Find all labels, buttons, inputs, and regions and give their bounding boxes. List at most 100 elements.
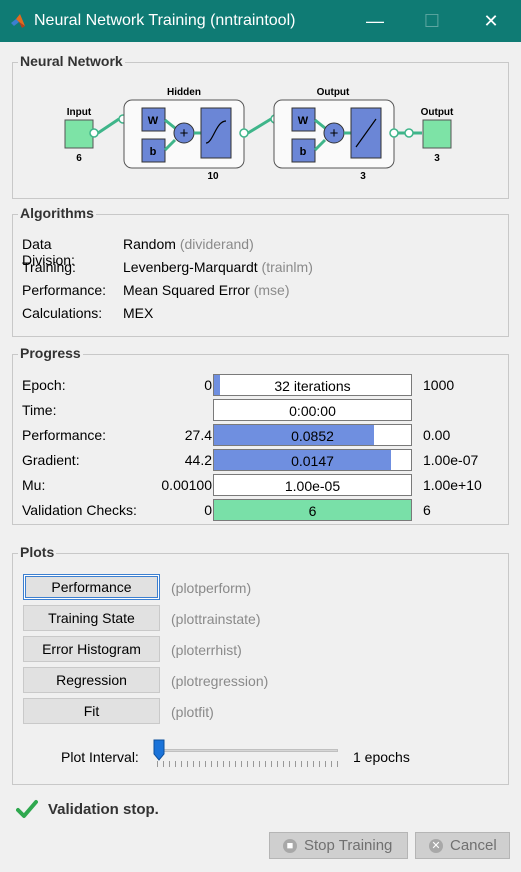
link-node — [239, 128, 249, 138]
output-weight-label: W — [298, 115, 309, 127]
progress-row-performance: Performance: 27.4 0.0852 0.00 — [22, 424, 502, 446]
progress-start: 0 — [204, 502, 212, 518]
progress-key: Gradient: — [22, 452, 80, 468]
progress-key: Performance: — [22, 427, 107, 443]
progress-bar: 0:00:00 — [213, 399, 412, 421]
progress-value: 1.00e-05 — [284, 478, 341, 494]
input-label: Input — [67, 107, 92, 118]
maximize-button[interactable]: ☐ — [417, 8, 447, 34]
hidden-weight-label: W — [148, 115, 159, 127]
stop-training-label: Stop Training — [304, 837, 393, 854]
algorithms-panel: Algorithms Data Division: Random (divide… — [12, 205, 509, 337]
algorithm-value: Random — [123, 236, 176, 252]
progress-value: 32 iterations — [274, 378, 351, 394]
progress-start: 0 — [204, 377, 212, 393]
algorithm-key: Training: — [22, 259, 76, 275]
algorithm-value: Mean Squared Error — [123, 282, 250, 298]
progress-end: 1.00e-07 — [423, 452, 479, 468]
progress-row-mu: Mu: 0.00100 1.00e-05 1.00e+10 — [22, 474, 502, 496]
progress-end: 1.00e+10 — [423, 477, 482, 493]
output-layer-size: 3 — [360, 171, 366, 182]
close-button[interactable]: ✕ — [476, 8, 506, 34]
progress-bar: 0.0852 — [213, 424, 412, 446]
minimize-button[interactable]: — — [360, 8, 390, 34]
cancel-label: Cancel — [450, 837, 497, 854]
algorithms-title: Algorithms — [18, 205, 96, 221]
hidden-transfer-block — [200, 107, 232, 159]
plot-interval-track[interactable] — [157, 749, 338, 752]
regression-plot-button[interactable]: Regression — [23, 667, 160, 693]
plot-interval-value: 1 epochs — [353, 749, 410, 765]
plots-panel: Plots Performance (plotperform) Training… — [12, 544, 509, 785]
hidden-bias-label: b — [150, 146, 157, 158]
output-sum-symbol: + — [330, 125, 339, 142]
link-node — [89, 128, 99, 138]
plot-function-label: (ploterrhist) — [171, 642, 242, 658]
progress-end: 0.00 — [423, 427, 451, 443]
progress-row-validation-checks: Validation Checks: 0 6 6 — [22, 499, 502, 521]
algorithm-fn: (mse) — [253, 282, 290, 298]
progress-value: 0.0147 — [291, 453, 334, 469]
title-bar: Neural Network Training (nntraintool) — … — [0, 0, 521, 42]
network-diagram: Input 6 Hidden W b + 10 Output W b + 3 O… — [64, 87, 454, 182]
algorithm-key: Calculations: — [22, 305, 103, 321]
plot-function-label: (plottrainstate) — [171, 611, 261, 627]
progress-bar: 6 — [213, 499, 412, 521]
stop-training-button[interactable]: ■ Stop Training — [269, 832, 408, 859]
algorithm-fn: (trainlm) — [261, 259, 313, 275]
input-node — [64, 119, 94, 149]
output-bias-label: b — [300, 146, 307, 158]
progress-start: 44.2 — [184, 452, 212, 468]
progress-bar: 32 iterations — [213, 374, 412, 396]
progress-end: 6 — [423, 502, 431, 518]
link-node — [404, 128, 414, 138]
progress-start: 0.00100 — [161, 477, 212, 493]
link-line — [247, 117, 272, 135]
progress-value: 6 — [308, 503, 317, 519]
plot-interval-ticks — [157, 761, 338, 767]
cancel-icon: ✕ — [429, 839, 443, 853]
stop-icon: ■ — [283, 839, 297, 853]
plot-function-label: (plotperform) — [171, 580, 252, 596]
check-icon — [16, 800, 38, 818]
progress-row-time: Time: 0:00:00 — [22, 399, 502, 421]
progress-row-gradient: Gradient: 44.2 0.0147 1.00e-07 — [22, 449, 502, 471]
plot-interval-slider-thumb[interactable] — [153, 739, 165, 761]
algorithm-key: Performance: — [22, 282, 107, 298]
plot-interval-label: Plot Interval: — [61, 749, 139, 765]
plots-title: Plots — [18, 544, 57, 560]
training-state-plot-button[interactable]: Training State — [23, 605, 160, 631]
algorithm-value: MEX — [123, 305, 154, 321]
plot-function-label: (plotregression) — [171, 673, 269, 689]
plot-function-label: (plotfit) — [171, 704, 214, 720]
hidden-sum-symbol: + — [180, 125, 189, 142]
output-label: Output — [421, 107, 454, 118]
hidden-label: Hidden — [167, 87, 201, 98]
progress-panel: Progress Epoch: 0 32 iterations 1000 Tim… — [12, 345, 509, 525]
fit-plot-button[interactable]: Fit — [23, 698, 160, 724]
link-line — [97, 117, 120, 135]
output-node — [422, 119, 452, 149]
error-histogram-plot-button[interactable]: Error Histogram — [23, 636, 160, 662]
progress-value: 0:00:00 — [289, 403, 336, 419]
hidden-size: 10 — [207, 171, 219, 182]
output-layer-label: Output — [317, 87, 350, 98]
progress-key: Mu: — [22, 477, 46, 493]
progress-key: Time: — [22, 402, 57, 418]
progress-value: 0.0852 — [291, 428, 334, 444]
neural-network-panel: Neural Network Input 6 Hidden W b + 10 O… — [12, 53, 509, 199]
cancel-button[interactable]: ✕ Cancel — [415, 832, 510, 859]
algorithm-fn: (dividerand) — [179, 236, 254, 252]
progress-key: Epoch: — [22, 377, 66, 393]
output-size: 3 — [434, 153, 440, 164]
progress-row-epoch: Epoch: 0 32 iterations 1000 — [22, 374, 502, 396]
progress-end: 1000 — [423, 377, 455, 393]
progress-key: Validation Checks: — [22, 502, 137, 518]
window-title: Neural Network Training (nntraintool) — [34, 12, 296, 29]
input-size: 6 — [76, 153, 82, 164]
algorithm-value: Levenberg-Marquardt — [123, 259, 258, 275]
progress-title: Progress — [18, 345, 83, 361]
matlab-icon — [11, 14, 25, 28]
performance-plot-button[interactable]: Performance — [23, 574, 160, 600]
progress-bar: 0.0147 — [213, 449, 412, 471]
